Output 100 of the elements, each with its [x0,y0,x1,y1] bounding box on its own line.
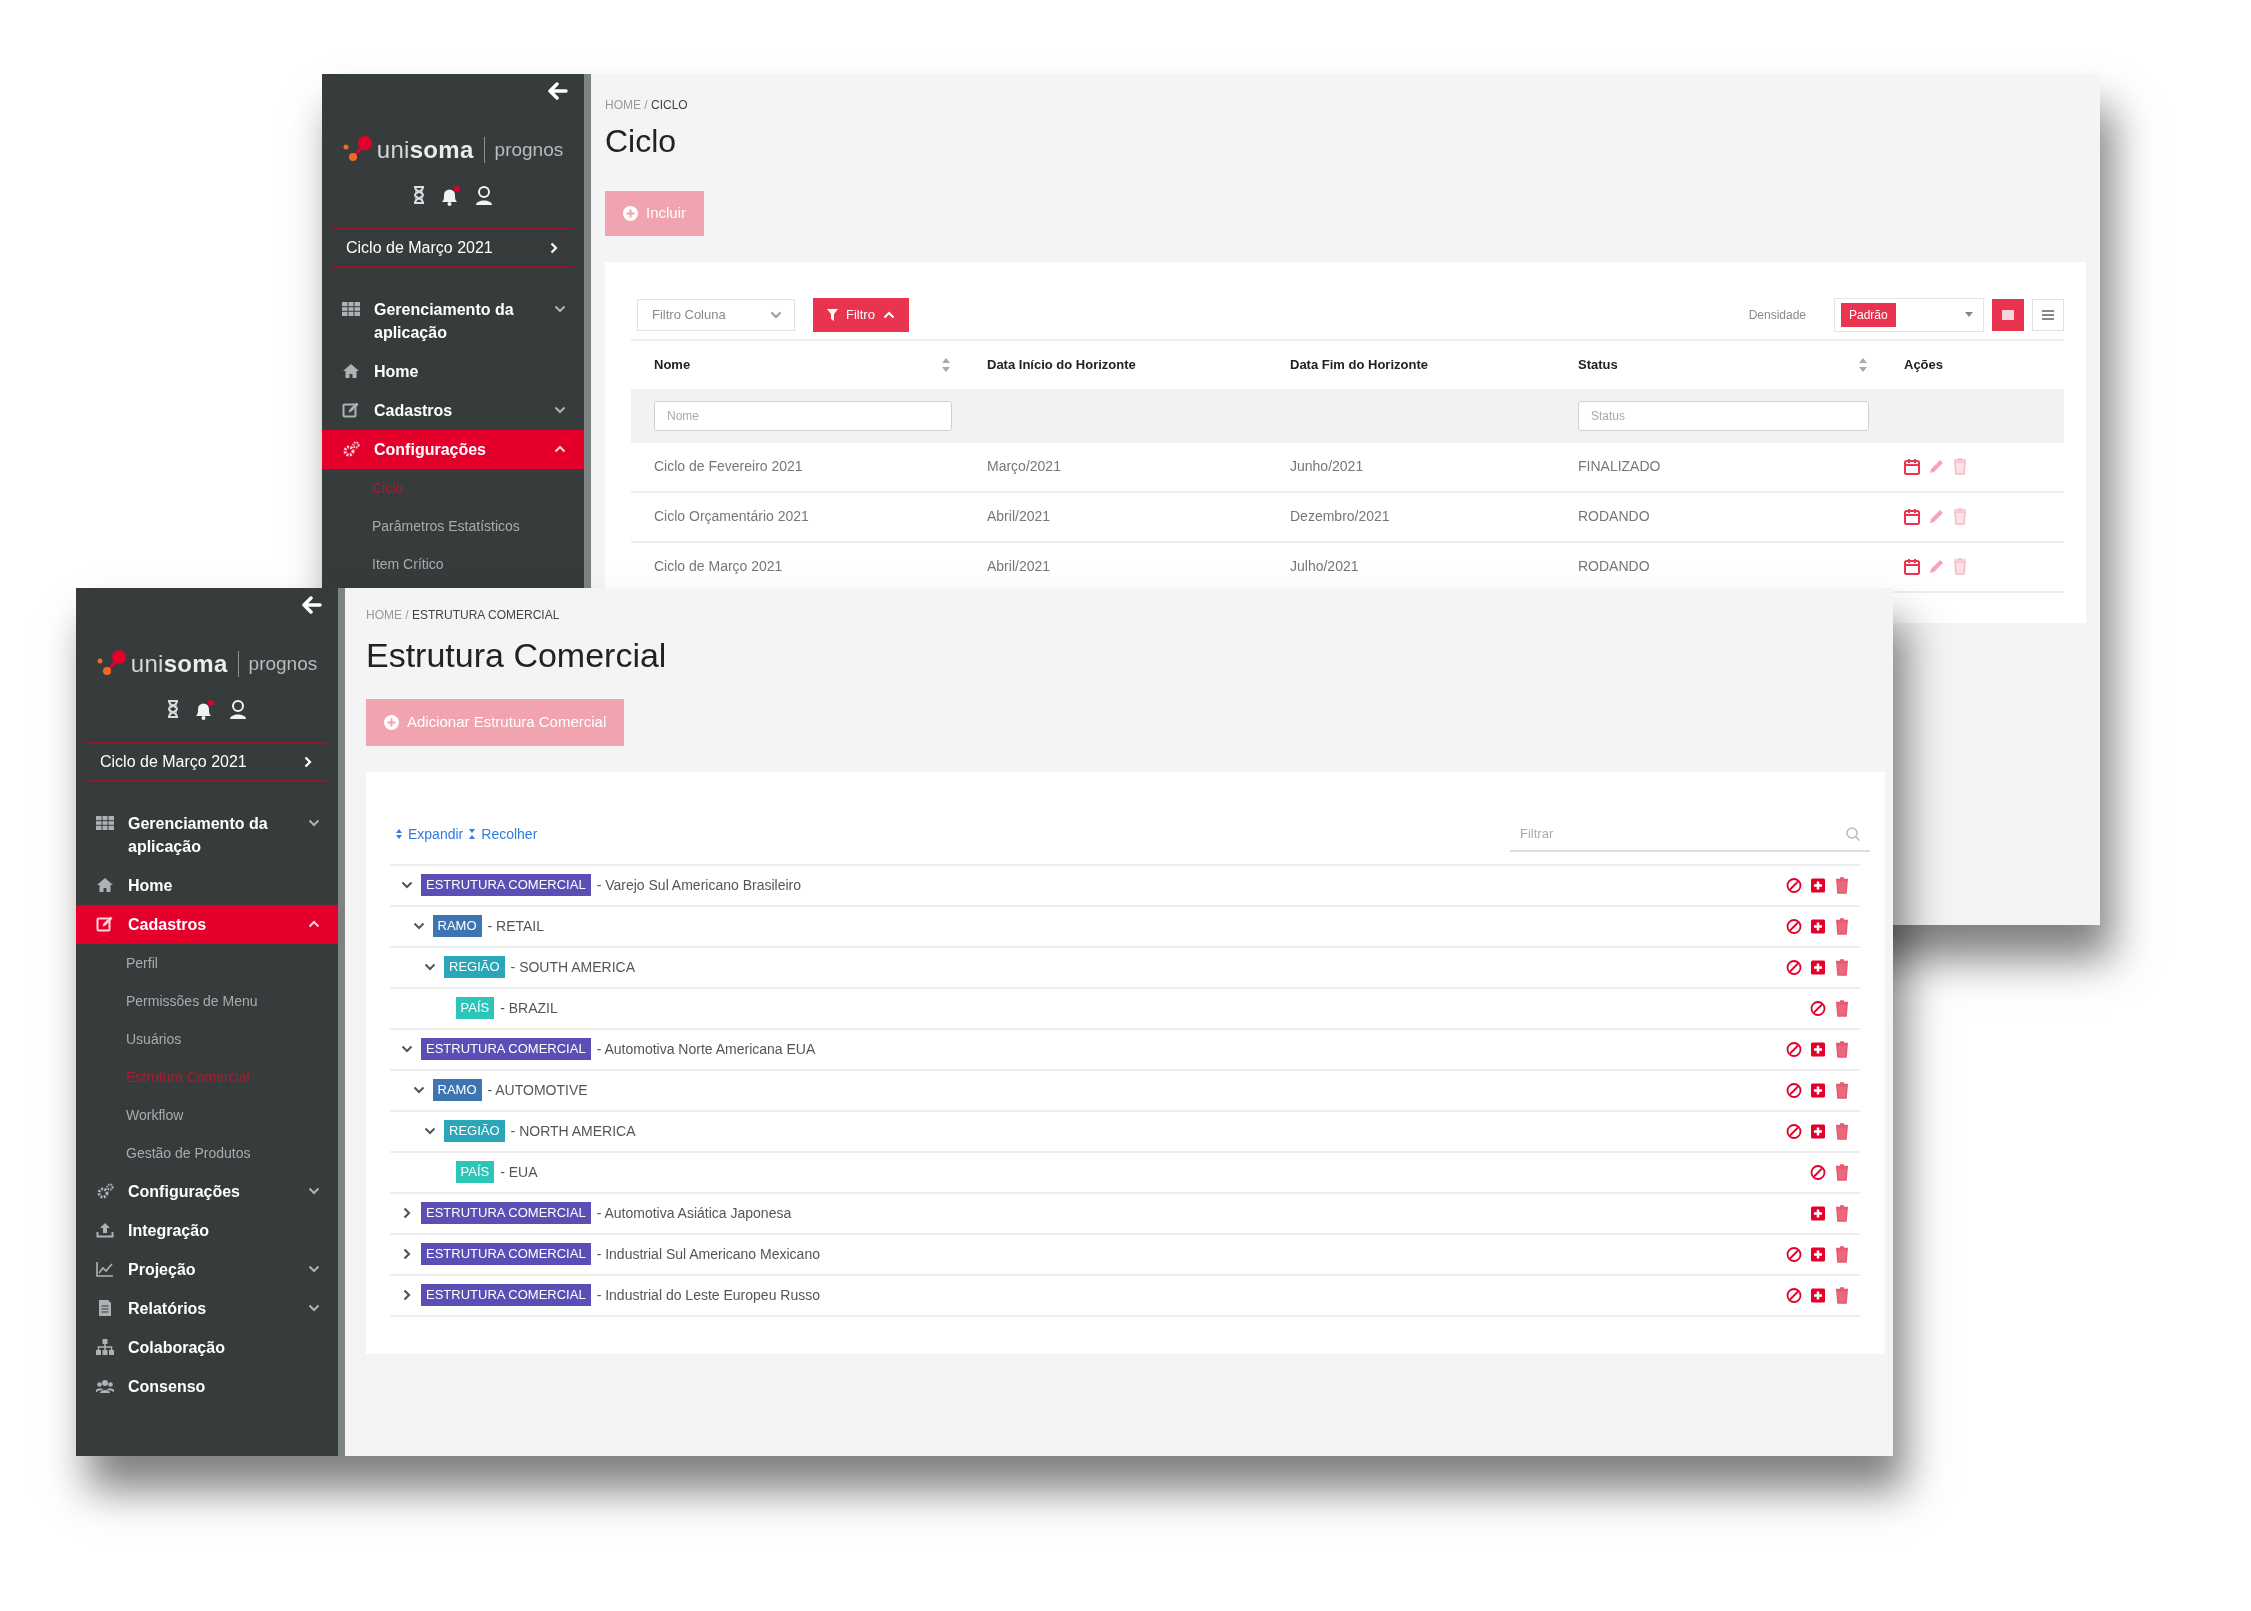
tree-row[interactable]: REGIÃO - NORTH AMERICA [390,1111,1860,1153]
user-icon[interactable] [475,186,493,206]
submenu-item[interactable]: Parâmetros Estatísticos [322,507,520,545]
type-tag: ESTRUTURA COMERCIAL [421,874,591,896]
menu-item[interactable]: Configurações [322,430,584,469]
tree-row[interactable]: ESTRUTURA COMERCIAL - Industrial Sul Americano Mexicano [390,1234,1860,1276]
notification-bell-icon[interactable] [439,186,461,206]
type-tag: ESTRUTURA COMERCIAL [421,1202,591,1224]
tree-row[interactable]: RAMO - RETAIL [390,906,1860,948]
back-arrow-icon[interactable] [548,82,568,100]
submenu-item[interactable]: Gestão de Produtos [76,1134,251,1172]
type-tag: ESTRUTURA COMERCIAL [421,1243,591,1265]
trash-icon[interactable] [1834,1081,1850,1099]
menu-item[interactable]: Configurações [76,1172,338,1211]
trash-icon[interactable] [1834,958,1850,976]
tree-row[interactable]: ESTRUTURA COMERCIAL - Industrial do Leste Europeu Russo [390,1275,1860,1317]
calendar-icon[interactable] [1904,508,1920,525]
chevron-down-icon[interactable] [412,1086,425,1094]
menu-item[interactable]: Cadastros [322,391,584,430]
column-filter-select[interactable]: Filtro Coluna [637,298,795,331]
density-select[interactable]: Padrão [1834,297,1984,332]
menu-item[interactable]: Consenso [76,1367,338,1406]
notification-bell-icon[interactable] [193,700,215,720]
tree-row[interactable]: RAMO - AUTOMOTIVE [390,1070,1860,1112]
submenu-item[interactable]: Workflow [76,1096,184,1134]
chevron-down-icon[interactable] [424,1127,436,1135]
home-icon [342,363,360,379]
chevron-right-icon[interactable] [403,1248,411,1260]
chevron-down-icon[interactable] [424,963,436,971]
tree-row[interactable]: PAÍS - EUA [390,1152,1860,1194]
plus-square-icon[interactable] [1810,1040,1826,1058]
block-icon[interactable] [1786,1286,1802,1304]
collapse-link[interactable]: Recolher [469,823,538,845]
filter-input[interactable]: Nome [654,400,952,431]
tree-row[interactable]: ESTRUTURA COMERCIAL - Automotiva Asiática Japonesa [390,1193,1860,1235]
trash-icon[interactable] [1834,876,1850,894]
user-icon[interactable] [229,700,247,720]
cycle-selector[interactable]: Ciclo de Março 2021 [332,228,574,268]
table-cell: Ciclo Orçamentário 2021 [631,492,964,543]
trash-icon[interactable] [1834,1245,1850,1263]
chevron-right-icon[interactable] [403,1289,411,1301]
chevron-right-icon[interactable] [403,1207,411,1219]
plus-square-icon[interactable] [1810,1204,1826,1222]
card-view-button[interactable] [1992,298,2024,331]
plus-square-icon[interactable] [1810,917,1826,935]
block-icon[interactable] [1786,917,1802,935]
block-icon[interactable] [1810,999,1826,1017]
calendar-icon[interactable] [1904,558,1920,575]
calendar-icon[interactable] [1904,458,1920,475]
back-arrow-icon[interactable] [302,596,322,614]
menu-item[interactable]: Gerenciamento da aplicação [322,290,584,352]
chevron-down-icon[interactable] [401,1045,413,1053]
submenu-item[interactable]: Item Crítico [322,545,444,583]
plus-square-icon[interactable] [1810,958,1826,976]
submenu-item[interactable]: Usuários [76,1020,182,1058]
hourglass-icon[interactable] [413,186,425,204]
block-icon[interactable] [1786,1081,1802,1099]
menu-item[interactable]: Gerenciamento da aplicação [76,804,338,866]
menu-item[interactable]: Colaboração [76,1328,338,1367]
expand-link[interactable]: Expandir [396,823,464,845]
plus-square-icon[interactable] [1810,1245,1826,1263]
block-icon[interactable] [1786,876,1802,894]
menu-item[interactable]: Integração [76,1211,338,1250]
plus-square-icon[interactable] [1810,1081,1826,1099]
list-view-button[interactable] [2032,298,2064,331]
filter-input[interactable]: Status [1578,400,1869,431]
trash-icon[interactable] [1834,1286,1850,1304]
cycle-selector[interactable]: Ciclo de Março 2021 [86,742,328,782]
plus-square-icon[interactable] [1810,876,1826,894]
chevron-down-icon[interactable] [401,881,413,889]
submenu-item[interactable]: Permissões de Menu [76,982,258,1020]
submenu-item[interactable]: Perfil [76,944,158,982]
block-icon[interactable] [1786,1245,1802,1263]
trash-icon[interactable] [1834,1040,1850,1058]
menu-item[interactable]: Home [322,352,584,391]
chevron-down-icon[interactable] [412,922,425,930]
block-icon[interactable] [1786,1040,1802,1058]
chevron-right-icon [304,756,312,768]
plus-square-icon[interactable] [1810,1122,1826,1140]
trash-icon[interactable] [1834,1122,1850,1140]
menu-item[interactable]: Projeção [76,1250,338,1289]
hourglass-icon[interactable] [167,700,179,718]
trash-icon[interactable] [1834,999,1850,1017]
trash-icon[interactable] [1834,917,1850,935]
filter-button[interactable]: Filtro [813,297,909,332]
trash-icon[interactable] [1834,1204,1850,1222]
type-tag: ESTRUTURA COMERCIAL [421,1038,591,1060]
tree-row[interactable]: PAÍS - BRAZIL [390,988,1860,1030]
menu-item[interactable]: Home [76,866,338,905]
block-icon[interactable] [1810,1163,1826,1181]
menu-item[interactable]: Relatórios [76,1289,338,1328]
tree-row[interactable]: REGIÃO - SOUTH AMERICA [390,947,1860,989]
block-icon[interactable] [1786,1122,1802,1140]
block-icon[interactable] [1786,958,1802,976]
page-title: Ciclo [605,122,678,161]
menu-item[interactable]: Cadastros [76,905,338,944]
tree-row[interactable]: ESTRUTURA COMERCIAL - Automotiva Norte Americana EUA [390,1029,1860,1071]
plus-square-icon[interactable] [1810,1286,1826,1304]
tree-row[interactable]: ESTRUTURA COMERCIAL - Varejo Sul Americano Brasileiro [390,865,1860,907]
trash-icon[interactable] [1834,1163,1850,1181]
